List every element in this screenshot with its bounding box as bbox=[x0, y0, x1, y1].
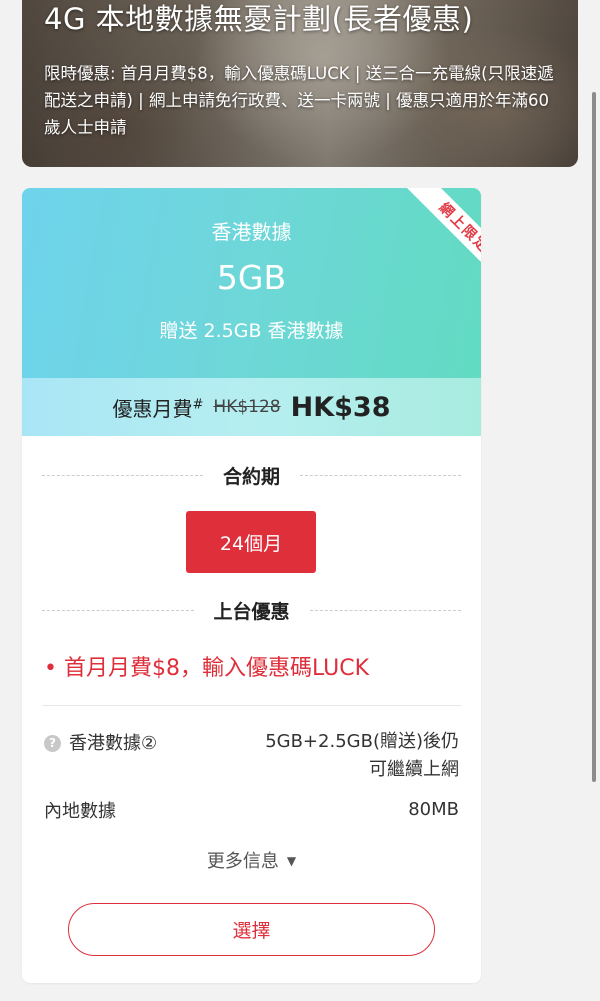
offer-heading: 上台優惠 bbox=[213, 600, 290, 623]
hk-data-value: 5GB+2.5GB(贈送)後仍 可繼續上網 bbox=[265, 728, 459, 784]
hero-banner: 4G 本地數據無憂計劃(長者優惠) 限時優惠: 首月月費$8，輸入優惠碼LUCK… bbox=[22, 0, 578, 167]
original-price: HK$128 bbox=[213, 397, 281, 417]
hk-data-row-label: ? 香港數據② bbox=[44, 729, 157, 755]
offer-section-heading: 上台優惠 bbox=[42, 596, 462, 624]
hk-data-value-line2: 可繼續上網 bbox=[369, 759, 459, 780]
plan-card: 香港數據 5GB 贈送 2.5GB 香港數據 網上限定 優惠月費# HK$128… bbox=[22, 188, 481, 983]
divider-dashed bbox=[42, 474, 203, 476]
divider-dashed bbox=[300, 474, 462, 476]
offer-price: HK$38 bbox=[290, 391, 391, 423]
promo-text: • 首月月費$8，輸入優惠碼LUCK bbox=[44, 656, 370, 681]
hero-description: 限時優惠: 首月月費$8，輸入優惠碼LUCK | 送三合一充電線(只限速遞配送之… bbox=[44, 64, 554, 137]
price-label: 優惠月費# bbox=[112, 396, 204, 421]
caret-down-icon: ▼ bbox=[286, 854, 297, 868]
hk-data-label: 香港數據② bbox=[69, 733, 158, 754]
hero-title: 4G 本地數據無憂計劃(長者優惠) bbox=[44, 2, 474, 36]
divider-dashed bbox=[309, 609, 462, 611]
contract-section-heading: 合約期 bbox=[42, 461, 462, 489]
select-plan-button[interactable]: 選擇 bbox=[68, 903, 435, 956]
data-bonus: 贈送 2.5GB 香港數據 bbox=[159, 320, 344, 342]
data-amount: 5GB bbox=[216, 258, 287, 297]
data-label: 香港數據 bbox=[211, 220, 292, 244]
mainland-data-label: 內地數據 bbox=[44, 801, 116, 822]
plan-header: 香港數據 5GB 贈送 2.5GB 香港數據 網上限定 bbox=[22, 188, 481, 378]
hk-data-value-line1: 5GB+2.5GB(贈送)後仍 bbox=[265, 731, 459, 752]
more-info-label: 更多信息 bbox=[206, 851, 279, 872]
divider-dashed bbox=[42, 609, 194, 611]
details-divider bbox=[42, 705, 461, 706]
price-bar: 優惠月費# HK$128 HK$38 bbox=[22, 378, 481, 436]
mainland-data-value: 80MB bbox=[408, 799, 459, 820]
price-footnote-mark: # bbox=[192, 396, 204, 412]
more-info-toggle[interactable]: 更多信息 ▼ bbox=[22, 847, 481, 873]
contract-heading: 合約期 bbox=[223, 465, 281, 488]
question-circle-icon[interactable]: ? bbox=[44, 735, 61, 752]
contract-24-months-button[interactable]: 24個月 bbox=[186, 511, 316, 573]
page-scrollbar[interactable] bbox=[592, 92, 596, 782]
